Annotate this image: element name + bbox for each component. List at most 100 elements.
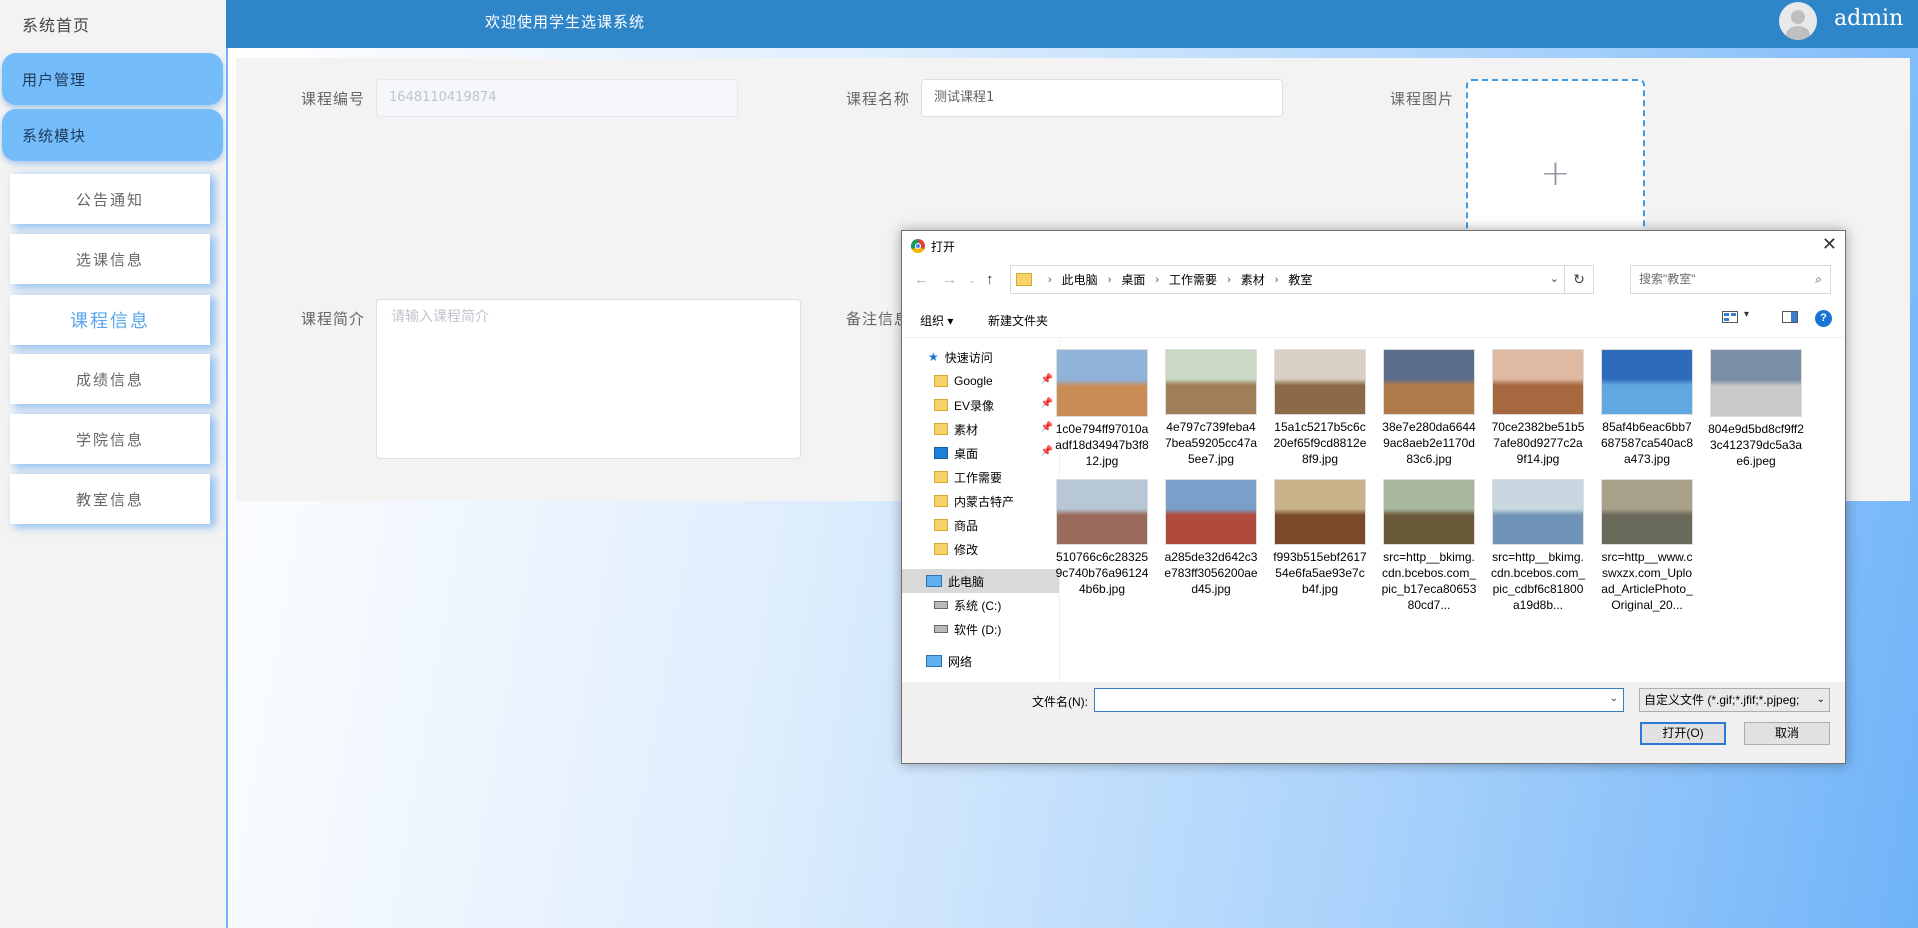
username[interactable]: admin xyxy=(1834,6,1903,31)
avatar[interactable] xyxy=(1779,2,1817,40)
course-intro-textarea[interactable]: 请输入课程简介 xyxy=(376,299,801,459)
file-item[interactable]: src=http__www.cswxzx.com_Upload_ArticleP… xyxy=(1599,479,1695,613)
search-input[interactable]: 搜索"教室" ⌕ xyxy=(1630,265,1831,294)
file-item[interactable]: 38e7e280da66449ac8aeb2e1170d83c6.jpg xyxy=(1381,349,1477,467)
search-icon: ⌕ xyxy=(1815,272,1822,286)
course-name-input[interactable]: 测试课程1 xyxy=(921,79,1283,117)
filename-input[interactable]: ⌄ xyxy=(1094,688,1624,712)
image-thumbnail xyxy=(1274,349,1366,415)
course-no-input: 1648110419874 xyxy=(376,79,738,117)
sidebar-item-classroom[interactable]: 教室信息 xyxy=(10,474,210,524)
star-icon: ★ xyxy=(928,350,939,364)
folder-icon xyxy=(934,423,948,435)
filetype-value: 自定义文件 (*.gif;*.jfif;*.pjpeg; xyxy=(1644,693,1800,707)
chevron-down-icon[interactable]: ⌄ xyxy=(1550,272,1559,285)
dialog-toolbar: 组织 ▾ 新建文件夹 ▾ ? xyxy=(902,301,1845,338)
plus-icon: + xyxy=(1540,153,1571,194)
breadcrumb-materials[interactable]: 素材 xyxy=(1241,271,1265,288)
sidebar-item-course-selection[interactable]: 选课信息 xyxy=(10,234,210,284)
tree-drive-d[interactable]: 软件 (D:) xyxy=(902,617,1059,641)
folder-icon xyxy=(934,375,948,387)
preview-pane-icon[interactable] xyxy=(1782,311,1798,323)
tree-label: 软件 (D:) xyxy=(954,622,1002,637)
file-item[interactable]: src=http__bkimg.cdn.bcebos.com_pic_cdbf6… xyxy=(1490,479,1586,613)
sidebar-item-grades[interactable]: 成绩信息 xyxy=(10,354,210,404)
file-item[interactable]: 4e797c739feba47bea59205cc47a5ee7.jpg xyxy=(1163,349,1259,467)
file-item[interactable]: f993b515ebf261754e6fa5ae93e7cb4f.jpg xyxy=(1272,479,1368,597)
sidebar-item-course-info[interactable]: 课程信息 xyxy=(10,295,210,345)
tree-item-google[interactable]: Google 📌 xyxy=(902,369,1059,393)
file-item[interactable]: a285de32d642c3e783ff3056200aed45.jpg xyxy=(1163,479,1259,597)
file-item[interactable]: 85af4b6eac6bb7687587ca540ac8a473.jpg xyxy=(1599,349,1695,467)
file-name: 804e9d5bd8cf9ff23c412379dc5a3ae6.jpeg xyxy=(1708,422,1804,468)
address-bar[interactable]: › 此电脑 › 桌面 › 工作需要 › 素材 › 教室 ⌄ ↻ xyxy=(1010,265,1594,294)
tree-label: 桌面 xyxy=(954,446,979,461)
tree-network[interactable]: 网络 xyxy=(902,649,1059,673)
tree-item-modify[interactable]: 修改 xyxy=(902,537,1059,561)
refresh-icon[interactable]: ↻ xyxy=(1564,266,1593,293)
chevron-down-icon[interactable]: ⌄ xyxy=(1610,693,1618,704)
file-name: f993b515ebf261754e6fa5ae93e7cb4f.jpg xyxy=(1273,550,1367,596)
folder-icon xyxy=(934,399,948,411)
file-name: 510766c6c283259c740b76a961244b6b.jpg xyxy=(1055,550,1149,596)
image-thumbnail xyxy=(1056,479,1148,545)
tree-this-pc[interactable]: 此电脑 xyxy=(902,569,1059,593)
breadcrumb-classroom[interactable]: 教室 xyxy=(1288,271,1312,288)
sidebar-item-notice[interactable]: 公告通知 xyxy=(10,174,210,224)
file-item[interactable]: 1c0e794ff97010aadf18d34947b3f812.jpg xyxy=(1054,349,1150,469)
image-thumbnail xyxy=(1165,349,1257,415)
tree-label: EV录像 xyxy=(954,398,995,413)
file-open-dialog: 打开 ✕ ← → ⌄ ↑ › 此电脑 › 桌面 › 工作需要 › 素材 › 教室… xyxy=(901,230,1846,764)
recent-dropdown-icon[interactable]: ⌄ xyxy=(968,275,976,286)
menu-system-module[interactable]: 系统模块 xyxy=(2,109,223,161)
up-arrow-icon[interactable]: ↑ xyxy=(986,271,994,288)
sidebar-item-college[interactable]: 学院信息 xyxy=(10,414,210,464)
tree-label: 快速访问 xyxy=(944,350,993,365)
image-thumbnail xyxy=(1710,349,1802,417)
breadcrumb-desktop[interactable]: 桌面 xyxy=(1121,271,1145,288)
chrome-icon xyxy=(911,239,925,253)
tree-label: 商品 xyxy=(954,518,979,533)
desktop-icon xyxy=(934,447,948,459)
sidebar-home[interactable]: 系统首页 xyxy=(22,12,90,36)
welcome-text: 欢迎使用学生选课系统 xyxy=(485,13,646,31)
cancel-button[interactable]: 取消 xyxy=(1744,722,1830,745)
file-item[interactable]: 70ce2382be51b57afe80d9277c2a9f14.jpg xyxy=(1490,349,1586,467)
organize-button[interactable]: 组织 ▾ xyxy=(920,312,953,329)
tree-label: 素材 xyxy=(954,422,979,437)
open-button[interactable]: 打开(O) xyxy=(1640,722,1726,745)
file-item[interactable]: 510766c6c283259c740b76a961244b6b.jpg xyxy=(1054,479,1150,597)
file-name: 38e7e280da66449ac8aeb2e1170d83c6.jpg xyxy=(1382,420,1476,466)
forward-icon[interactable]: → xyxy=(942,271,957,288)
file-item[interactable]: 804e9d5bd8cf9ff23c412379dc5a3ae6.jpeg xyxy=(1708,349,1804,469)
back-icon[interactable]: ← xyxy=(914,271,929,288)
filetype-select[interactable]: 自定义文件 (*.gif;*.jfif;*.pjpeg; ⌄ xyxy=(1639,688,1830,712)
view-mode-icon[interactable] xyxy=(1722,311,1738,323)
course-intro-label: 课程简介 xyxy=(301,310,366,328)
menu-user-management[interactable]: 用户管理 xyxy=(2,53,223,105)
image-thumbnail xyxy=(1492,349,1584,415)
tree-label: 网络 xyxy=(948,654,973,669)
close-icon[interactable]: ✕ xyxy=(1822,234,1837,255)
tree-item-desktop[interactable]: 桌面 📌 xyxy=(902,441,1059,465)
tree-item-goods[interactable]: 商品 xyxy=(902,513,1059,537)
file-item[interactable]: 15a1c5217b5c6c20ef65f9cd8812e8f9.jpg xyxy=(1272,349,1368,467)
navigation-tree: ★ 快速访问 Google 📌 EV录像 📌 素材 📌 桌面 📌 工作需要 内蒙… xyxy=(902,337,1060,682)
tree-item-materials[interactable]: 素材 📌 xyxy=(902,417,1059,441)
breadcrumb-this-pc[interactable]: 此电脑 xyxy=(1062,271,1098,288)
breadcrumb-work[interactable]: 工作需要 xyxy=(1169,271,1217,288)
chevron-down-icon: ⌄ xyxy=(1814,689,1825,711)
drive-icon xyxy=(934,625,948,633)
file-name: 15a1c5217b5c6c20ef65f9cd8812e8f9.jpg xyxy=(1273,420,1367,466)
tree-item-work[interactable]: 工作需要 xyxy=(902,465,1059,489)
tree-drive-c[interactable]: 系统 (C:) xyxy=(902,593,1059,617)
file-item[interactable]: src=http__bkimg.cdn.bcebos.com_pic_b17ec… xyxy=(1381,479,1477,613)
tree-quick-access[interactable]: ★ 快速访问 xyxy=(902,345,1059,369)
new-folder-button[interactable]: 新建文件夹 xyxy=(988,312,1048,329)
network-icon xyxy=(926,655,942,667)
file-name: 85af4b6eac6bb7687587ca540ac8a473.jpg xyxy=(1600,420,1694,466)
tree-item-specialty[interactable]: 内蒙古特产 xyxy=(902,489,1059,513)
view-dropdown-icon[interactable]: ▾ xyxy=(1744,309,1749,320)
help-icon[interactable]: ? xyxy=(1815,310,1832,327)
tree-item-ev[interactable]: EV录像 📌 xyxy=(902,393,1059,417)
